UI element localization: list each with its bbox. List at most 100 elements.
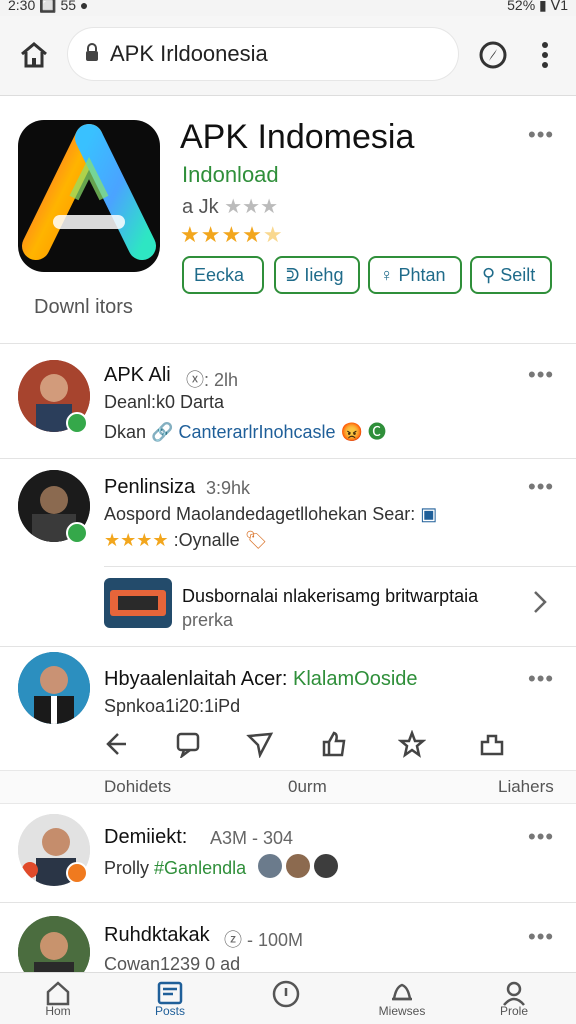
post-time: A3M - 304 (210, 828, 294, 848)
post-more-icon[interactable]: ••• (528, 824, 554, 850)
browser-toolbar: APK Irldoonesia (0, 16, 576, 96)
verified-badge-icon (66, 412, 88, 434)
leaf-icon: ᕲ (286, 265, 300, 285)
post-hashtag[interactable]: #Ganlendla (154, 858, 246, 878)
status-badge-icon (66, 862, 88, 884)
post-author[interactable]: Hbyaalenlaitah Acer: KlalamOoside (104, 668, 418, 691)
post-more-icon[interactable]: ••• (528, 666, 554, 692)
status-right: 52% ▮ ᐯ1 (507, 0, 568, 13)
nav-home[interactable]: Hom (18, 979, 98, 1018)
tab-left[interactable]: Dohidets (104, 777, 171, 797)
pin-icon: ♀ (380, 265, 394, 285)
chip-eecka[interactable]: Eecka (182, 256, 264, 294)
grey-stars-icon: ★★★ (224, 196, 279, 218)
mini-avatar (314, 854, 338, 878)
bell-icon (392, 983, 412, 1001)
developer-name[interactable]: Indonload (182, 162, 279, 188)
app-more-icon[interactable]: ••• (528, 122, 554, 148)
status-bar: 2:30 🔲 55 ● 52% ▮ ᐯ1 (0, 0, 576, 16)
app-logo (18, 120, 160, 272)
divider (0, 646, 576, 647)
star-icon[interactable] (397, 729, 427, 758)
mini-avatar (258, 854, 282, 878)
divider (0, 902, 576, 903)
link-thumbnail (104, 578, 172, 628)
post-line: Dkan 🔗 CanterarlrInohcasle 😡 🅒 (104, 418, 386, 444)
link-icon: 🔗 (151, 422, 174, 442)
emoji-icon: 😡 (340, 422, 363, 442)
post-author[interactable]: Penlinsiza (104, 476, 195, 499)
user-icon: ⚲ (482, 265, 496, 285)
post-subtitle: Deanl:k0 Darta (104, 392, 225, 412)
post-more-icon[interactable]: ••• (528, 474, 554, 500)
nav-messages[interactable]: Miewses (362, 979, 442, 1018)
post-line-b[interactable]: CanterarlrInohcasle (178, 422, 335, 442)
post-rating-text: :Oynalle (173, 530, 240, 550)
downloads-label: Downl itors (34, 296, 133, 318)
participant-avatars (258, 854, 342, 880)
chip-seilt[interactable]: ⚲ Seilt (470, 256, 552, 294)
post-author-group[interactable]: KlalamOoside (293, 668, 418, 690)
url-text: APK Irldoonesia (110, 41, 268, 66)
feed-tabs: Dohidets 0urm Liahers (0, 770, 576, 804)
comment-icon[interactable] (174, 730, 202, 760)
chevron-right-icon[interactable] (532, 590, 548, 614)
rating-stars: ★★★★★ (180, 222, 284, 247)
chip-phtan[interactable]: ♀ Phtan (368, 256, 462, 294)
post-time: ⓧ: 2lh (186, 366, 238, 392)
post-author[interactable]: Ruhdktakak (104, 924, 210, 947)
nav-profile[interactable]: Prole (474, 979, 554, 1018)
link-title: Dusbornalai nlakerisamg britwarptaia (182, 586, 479, 606)
post-body: Aospord Maolandedagetllohekan Sear: ▣ (104, 504, 437, 525)
mini-avatar (286, 854, 310, 878)
post-author-name: Hbyaalenlaitah Acer: (104, 668, 288, 690)
like-icon[interactable] (320, 730, 348, 758)
post-body-text: Aospord Maolandedagetllohekan Sear: (104, 504, 416, 524)
nav-label: Prole (499, 1004, 528, 1018)
post-line-a: Dkan (104, 422, 147, 442)
menu-kebab-icon[interactable] (538, 40, 552, 70)
refresh-icon: 🅒 (368, 422, 387, 442)
stars-icon: ★★★★ (104, 530, 169, 550)
chip-label: Iiehg (304, 265, 344, 285)
divider (104, 566, 576, 567)
compass-icon[interactable] (478, 40, 508, 70)
link-subtitle: prerka (182, 610, 234, 630)
post-author[interactable]: APK Ali (104, 364, 171, 387)
app-title: APK Indomesia (180, 118, 415, 156)
share-icon[interactable] (104, 730, 132, 758)
save-icon[interactable] (478, 730, 506, 758)
post-more-icon[interactable]: ••• (528, 924, 554, 950)
nav-center[interactable] (246, 979, 326, 1012)
home-icon (46, 981, 70, 1006)
tab-center[interactable]: 0urm (288, 777, 327, 797)
chip-iiehg[interactable]: ᕲ Iiehg (274, 256, 360, 294)
post-author[interactable]: Demiiekt: (104, 826, 187, 849)
avatar[interactable] (18, 652, 90, 724)
posts-icon (157, 981, 183, 1005)
home-icon[interactable] (18, 38, 50, 70)
chip-label: Seilt (500, 265, 536, 285)
post-more-icon[interactable]: ••• (528, 362, 554, 388)
status-left: 2:30 🔲 55 ● (8, 0, 89, 13)
url-bar[interactable]: APK Irldoonesia (68, 28, 458, 80)
tab-right[interactable]: Liahers (498, 777, 554, 797)
bottom-navigation: Hom Posts Miewses Prole (0, 972, 576, 1024)
profile-icon (503, 981, 525, 1006)
post-time-text: 100M (258, 930, 304, 950)
link-card[interactable]: Dusbornalai nlakerisamg britwarptaia pre… (104, 578, 544, 634)
tag-icon: 🏷 (244, 530, 268, 550)
rating-row-1: a Jk ★★★ (182, 194, 278, 219)
nav-posts[interactable]: Posts (130, 979, 210, 1018)
nav-label: Hom (45, 1004, 71, 1018)
bookmark-icon: ▣ (420, 504, 438, 524)
chip-label: Phtan (398, 265, 446, 285)
post-time: ⓩ - 100M (224, 926, 303, 952)
info-icon (272, 980, 300, 1008)
send-icon[interactable] (246, 730, 274, 759)
post-time-text: 2lh (214, 370, 239, 390)
rating-text: a Jk (182, 196, 219, 218)
post-subtitle: Spnkoa1i20:1iPd (104, 696, 241, 716)
post-line-a: Prolly (104, 858, 150, 878)
nav-label: Miewses (378, 1004, 426, 1018)
